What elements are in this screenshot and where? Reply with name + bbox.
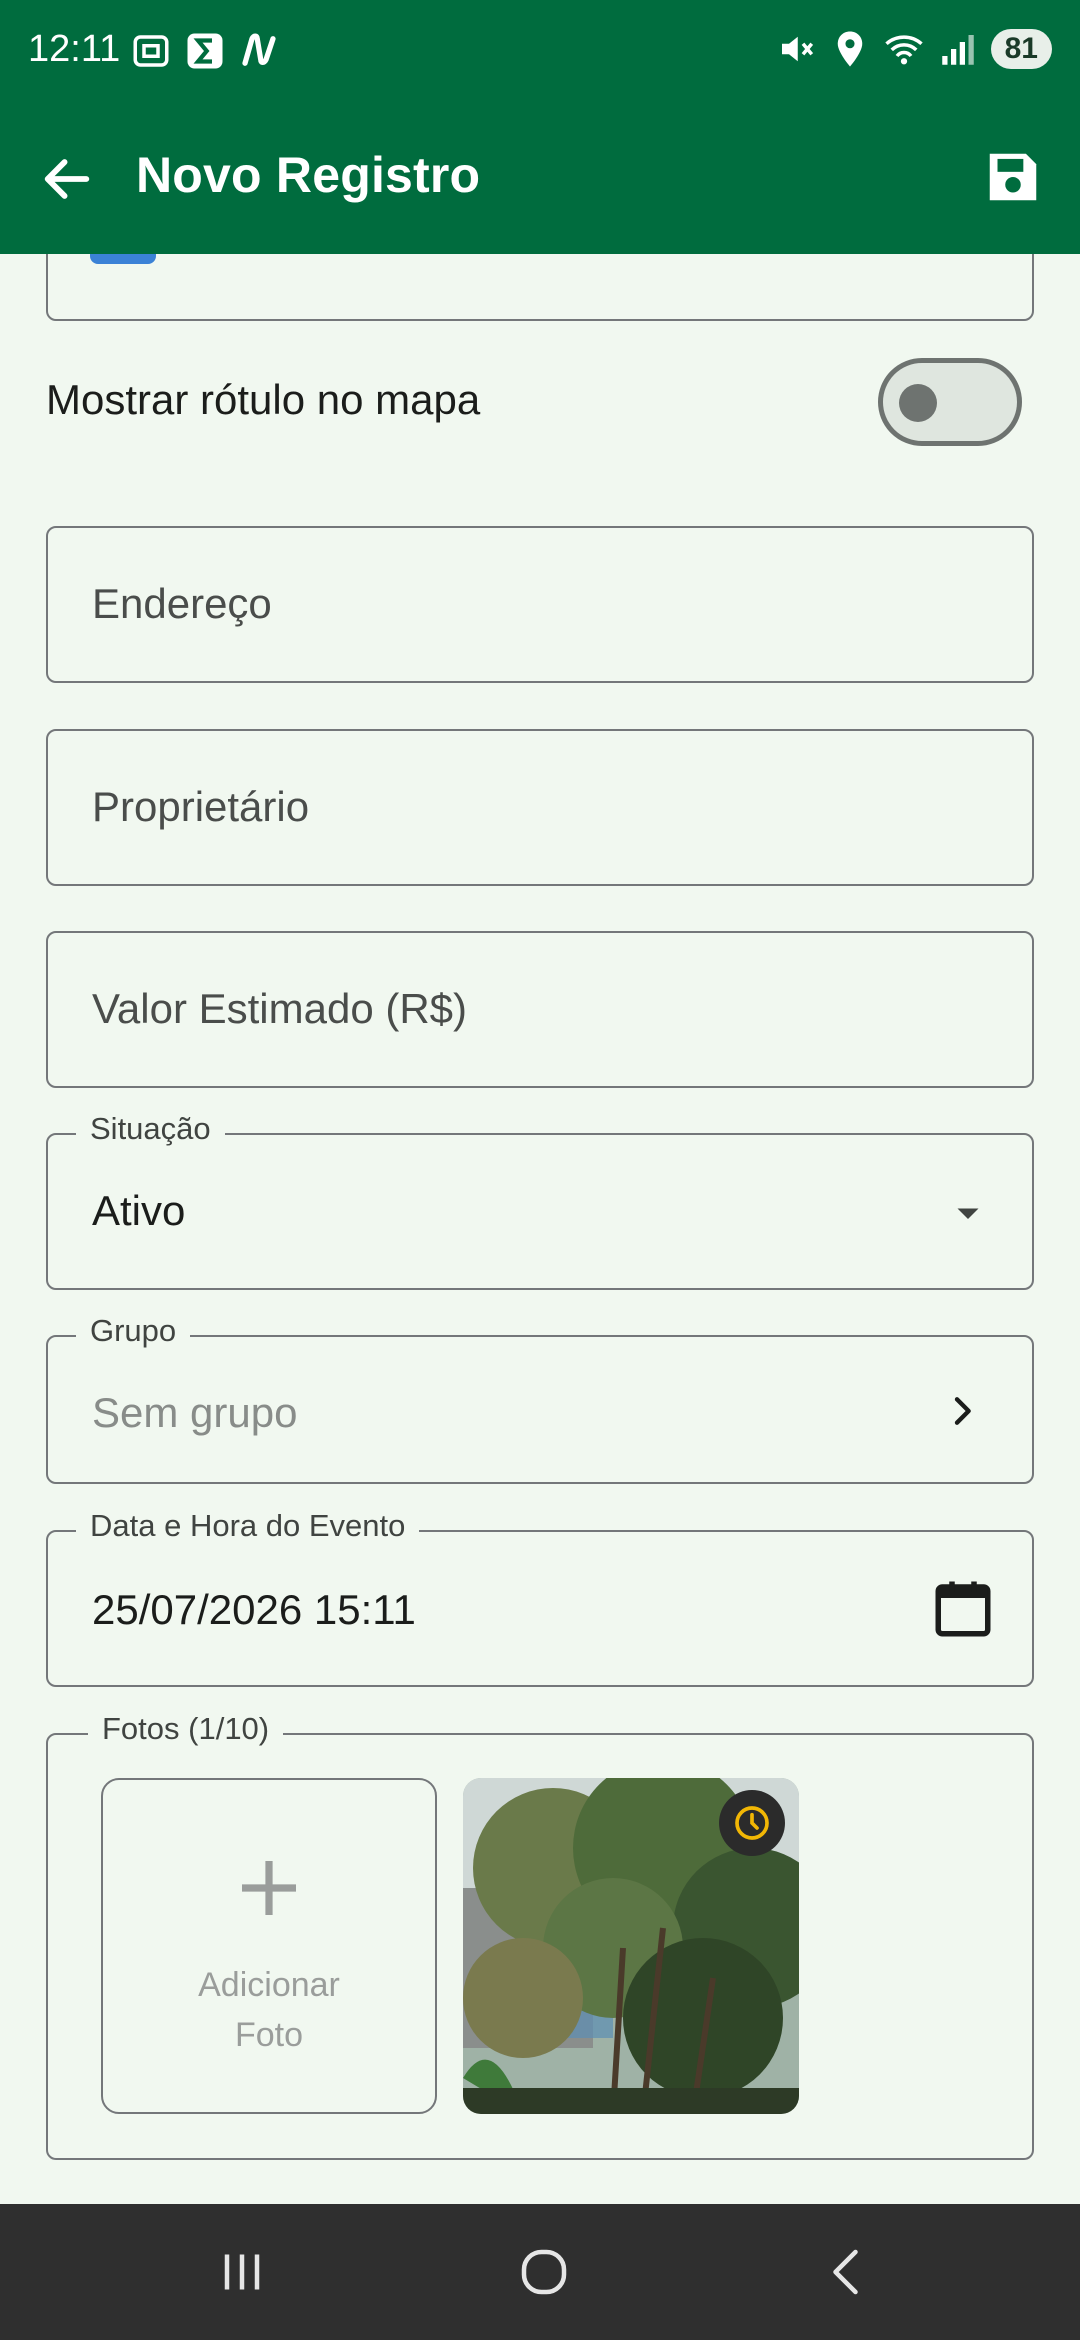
status-bar: 12:11 81 <box>0 0 1080 100</box>
address-placeholder: Endereço <box>92 580 272 627</box>
owner-placeholder: Proprietário <box>92 783 310 830</box>
wifi-icon <box>884 35 923 65</box>
group-value: Sem grupo <box>92 1389 298 1436</box>
page-title: Novo Registro <box>136 147 481 203</box>
location-icon <box>837 31 862 67</box>
battery-level: 81 <box>990 29 1052 69</box>
app-bar: Novo Registro <box>0 100 1080 254</box>
recent-apps-icon[interactable] <box>212 2242 272 2302</box>
group-selector[interactable]: Grupo Sem grupo <box>46 1313 1034 1484</box>
system-icons: 81 <box>775 28 1052 70</box>
photos-section: Fotos (1/10) Adicionar Foto <box>46 1711 1034 2160</box>
status-label: Situação <box>76 1111 225 1147</box>
plus-icon <box>242 1861 296 1915</box>
previous-field[interactable] <box>46 254 1034 321</box>
system-nav-bar <box>0 2204 1080 2340</box>
form-content[interactable]: Mostrar rótulo no mapa Endereço Propriet… <box>0 254 1080 2204</box>
clock-badge <box>719 1790 785 1856</box>
status-value: Ativo <box>92 1187 186 1234</box>
estimated-value-placeholder: Valor Estimado (R$) <box>92 985 468 1032</box>
arrow-left-icon[interactable] <box>38 150 96 208</box>
toggle-knob <box>899 384 937 422</box>
calendar-icon[interactable] <box>930 1576 996 1642</box>
group-label: Grupo <box>76 1313 191 1349</box>
status-dropdown[interactable]: Situação Ativo <box>46 1111 1034 1290</box>
add-photo-text: Adicionar Foto <box>103 1960 435 2060</box>
event-datetime-value: 25/07/2026 15:11 <box>92 1586 416 1633</box>
mute-icon <box>781 36 813 62</box>
clock-icon <box>735 1806 769 1840</box>
estimated-value-field[interactable]: Valor Estimado (R$) <box>46 931 1034 1088</box>
add-photo-line2: Foto <box>234 2016 304 2054</box>
address-field[interactable]: Endereço <box>46 526 1034 683</box>
chevron-right-icon <box>954 1397 971 1425</box>
notification-icons <box>130 30 280 72</box>
event-datetime-label: Data e Hora do Evento <box>76 1508 420 1544</box>
photos-label: Fotos (1/10) <box>88 1711 284 1747</box>
status-time: 12:11 <box>28 28 121 70</box>
signal-icon <box>941 35 974 65</box>
add-photo-button[interactable]: Adicionar Foto <box>101 1778 437 2114</box>
screenshot-icon <box>133 35 169 67</box>
add-photo-line1: Adicionar <box>198 1966 340 2004</box>
save-icon[interactable] <box>982 146 1044 208</box>
back-nav-icon[interactable] <box>818 2242 878 2302</box>
show-label-toggle[interactable] <box>878 358 1022 446</box>
dropdown-arrow-icon <box>957 1208 979 1219</box>
sigma-app-icon <box>187 33 223 69</box>
home-icon[interactable] <box>514 2242 574 2302</box>
event-datetime-field[interactable]: Data e Hora do Evento 25/07/2026 15:11 <box>46 1508 1034 1687</box>
show-label-toggle-label: Mostrar rótulo no mapa <box>46 376 481 423</box>
photo-thumbnail[interactable] <box>463 1778 799 2114</box>
owner-field[interactable]: Proprietário <box>46 729 1034 886</box>
checkbox-edge <box>90 254 156 264</box>
n-app-icon <box>242 33 276 66</box>
